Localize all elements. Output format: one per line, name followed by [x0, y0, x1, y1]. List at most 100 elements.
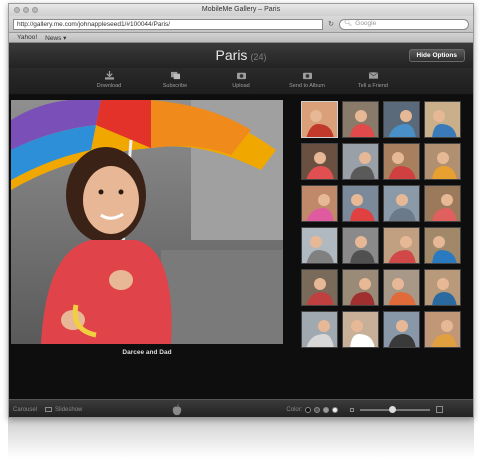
thumbnail[interactable] [383, 269, 420, 306]
color-gray-swatch[interactable] [323, 406, 330, 413]
zoom-slider[interactable] [360, 405, 431, 413]
color-white-swatch[interactable] [332, 406, 339, 413]
upload-label: Upload [232, 83, 250, 89]
thumbnail[interactable] [301, 227, 338, 264]
minimize-window-icon[interactable] [23, 7, 29, 13]
thumbnail[interactable] [383, 311, 420, 348]
window-reflection [8, 418, 474, 458]
reload-icon[interactable]: ↻ [327, 20, 335, 28]
carousel-button[interactable]: Carousel [13, 407, 37, 413]
tell-a-friend-icon [368, 72, 378, 79]
thumbnail[interactable] [301, 269, 338, 306]
color-black-swatch[interactable] [305, 406, 312, 413]
upload-button[interactable]: Upload [219, 71, 263, 94]
tell-a-friend-label: Tell a Friend [358, 83, 388, 89]
thumbnail-image [343, 270, 378, 305]
thumbnail-image [302, 270, 337, 305]
thumbnail[interactable] [342, 227, 379, 264]
thumbnail[interactable] [301, 101, 338, 138]
slideshow-icon [45, 407, 53, 412]
thumbnail[interactable] [424, 185, 461, 222]
search-icon: 🔍︎ [344, 20, 353, 27]
thumbnail-image [384, 270, 419, 305]
thumbnail-image [425, 312, 460, 347]
thumbnail-image [425, 144, 460, 179]
tell-a-friend-button[interactable]: Tell a Friend [351, 71, 395, 94]
thumbnail-image [343, 186, 378, 221]
bottom-bar: Carousel Slideshow Color: [9, 399, 473, 417]
thumbnail-image [425, 228, 460, 263]
window-title: MobileMe Gallery – Paris [201, 6, 281, 13]
thumbnail-image [384, 144, 419, 179]
album-toolbar: Download Subscribe Upload Send to Album … [9, 68, 473, 95]
subscribe-button[interactable]: Subscribe [153, 71, 197, 94]
subscribe-label: Subscribe [162, 83, 188, 89]
thumbnail[interactable] [342, 101, 379, 138]
zoom-window-icon[interactable] [32, 7, 38, 13]
thumbnail-image [343, 102, 378, 137]
slideshow-label: Slideshow [55, 406, 83, 413]
hide-options-button[interactable]: Hide Options [408, 49, 465, 62]
apple-logo-icon [173, 403, 182, 415]
thumbnail[interactable] [342, 143, 379, 180]
thumbnail-image [302, 312, 337, 347]
thumbnail[interactable] [383, 143, 420, 180]
thumbnail[interactable] [383, 185, 420, 222]
url-field[interactable]: http://gallery.me.com/johnappleseed1/#10… [13, 18, 323, 30]
small-thumbnail-icon[interactable] [350, 407, 355, 412]
thumbnail-image [343, 312, 378, 347]
thumbnail-image [302, 102, 337, 137]
download-button[interactable]: Download [87, 71, 131, 94]
send-to-album-icon [302, 72, 312, 80]
thumbnail-grid [301, 101, 465, 348]
subscribe-icon [170, 71, 180, 80]
thumbnail[interactable] [342, 269, 379, 306]
zoom-slider-knob[interactable] [388, 405, 396, 413]
thumbnail-image [425, 270, 460, 305]
send-to-album-button[interactable]: Send to Album [285, 71, 329, 94]
color-dark-swatch[interactable] [314, 406, 321, 413]
slideshow-button[interactable]: Slideshow [45, 407, 82, 413]
main-photo[interactable] [11, 100, 283, 344]
photo-image [11, 100, 283, 344]
thumbnail[interactable] [301, 185, 338, 222]
thumbnail-image [302, 186, 337, 221]
bookmark-yahoo[interactable]: Yahoo! [17, 34, 37, 41]
thumbnail[interactable] [424, 269, 461, 306]
thumbnail[interactable] [383, 227, 420, 264]
gallery-area: Darcee and Dad [9, 95, 473, 399]
thumbnail-image [343, 228, 378, 263]
bookmarks-bar: Yahoo! News ▾ [9, 33, 473, 43]
thumbnail-image [425, 102, 460, 137]
download-icon [104, 71, 114, 80]
color-label: Color: [286, 406, 303, 413]
thumbnail[interactable] [301, 143, 338, 180]
close-window-icon[interactable] [14, 7, 20, 13]
thumbnail[interactable] [342, 185, 379, 222]
thumbnail[interactable] [424, 311, 461, 348]
thumbnail[interactable] [424, 143, 461, 180]
large-thumbnail-icon[interactable] [436, 406, 444, 413]
photo-caption: Darcee and Dad [122, 349, 172, 356]
address-bar: http://gallery.me.com/johnappleseed1/#10… [9, 16, 473, 33]
upload-icon [236, 72, 246, 80]
thumbnail-image [384, 102, 419, 137]
download-label: Download [96, 83, 122, 89]
thumbnail-image [302, 144, 337, 179]
thumbnail-image [302, 228, 337, 263]
thumbnail[interactable] [342, 311, 379, 348]
browser-window: MobileMe Gallery – Paris http://gallery.… [8, 3, 474, 418]
search-placeholder: Google [355, 20, 377, 27]
thumbnail[interactable] [424, 101, 461, 138]
bookmark-news[interactable]: News ▾ [45, 34, 66, 42]
window-controls[interactable] [14, 7, 38, 13]
thumbnail[interactable] [301, 311, 338, 348]
thumbnail[interactable] [424, 227, 461, 264]
color-control: Color: [286, 406, 339, 413]
thumbnail-image [384, 312, 419, 347]
thumbnail-image [384, 228, 419, 263]
thumbnail-image [384, 186, 419, 221]
search-field[interactable]: 🔍︎ Google [339, 18, 469, 30]
title-bar: MobileMe Gallery – Paris [9, 4, 473, 16]
thumbnail[interactable] [383, 101, 420, 138]
